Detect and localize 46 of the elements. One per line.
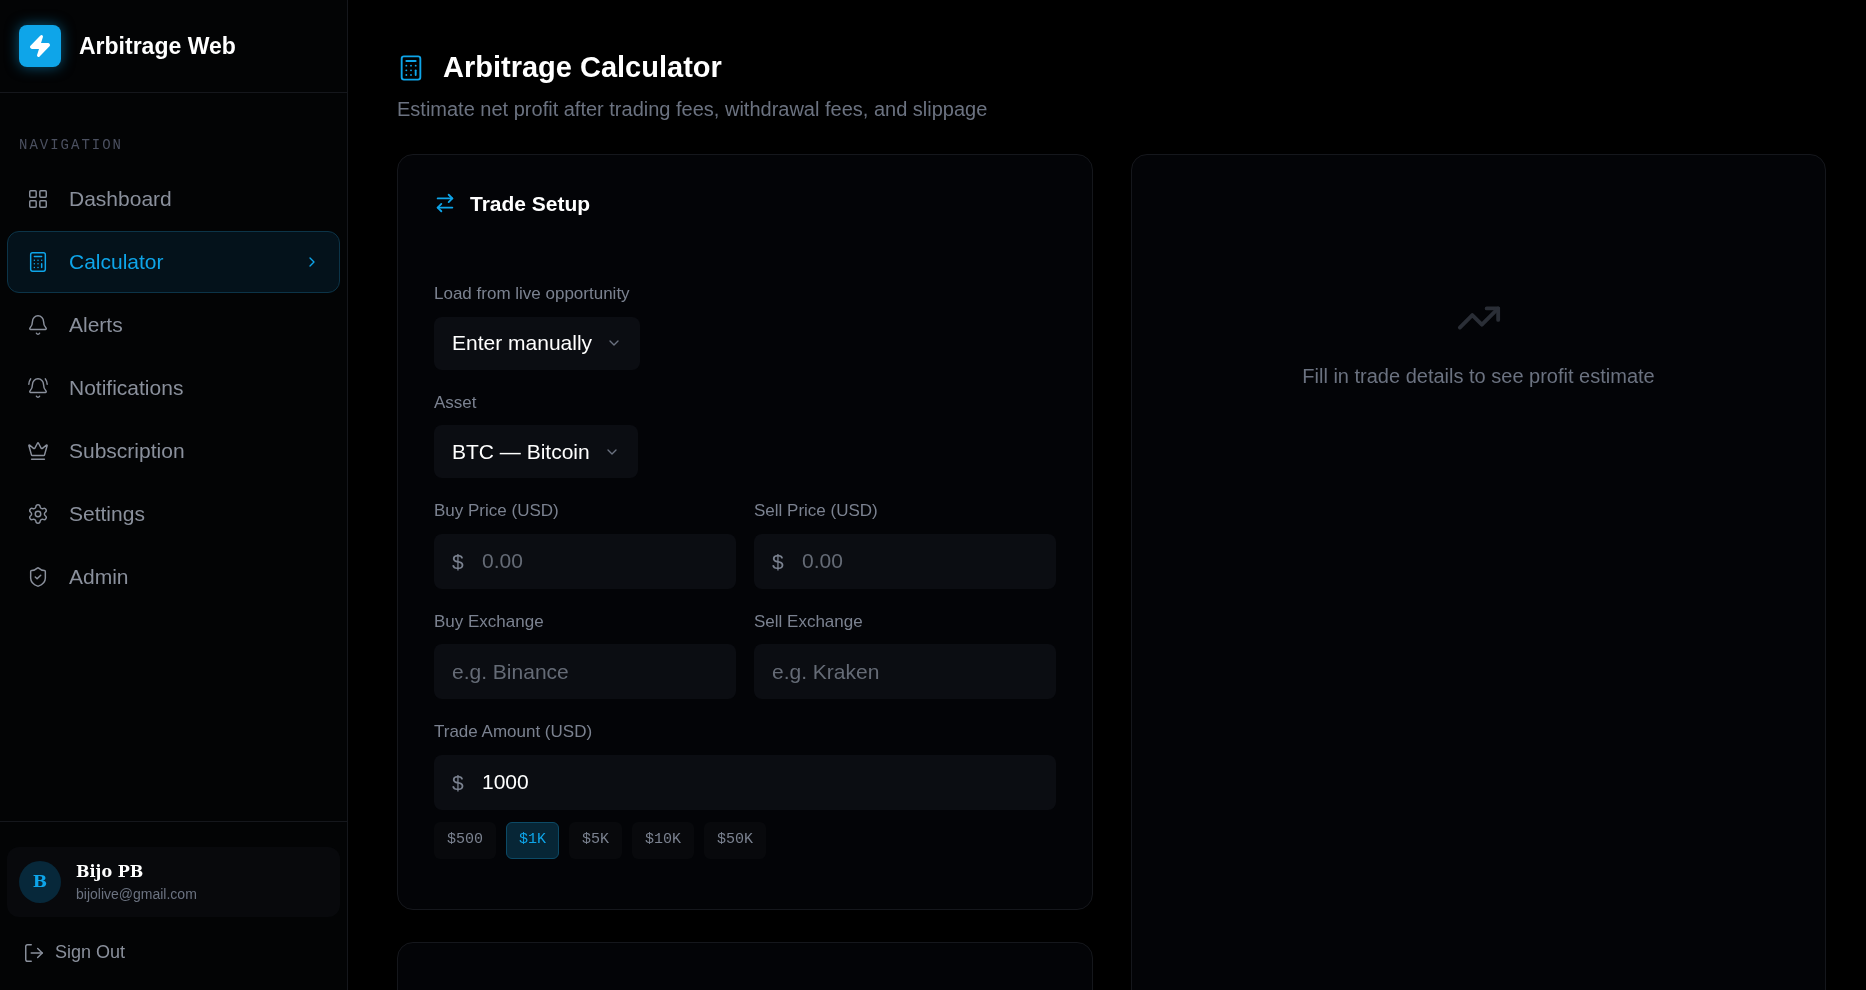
grid-icon <box>27 188 49 210</box>
page-title: Arbitrage Calculator <box>443 50 722 85</box>
sign-out-icon <box>23 941 45 964</box>
user-name: Bijo PB <box>76 860 145 883</box>
field-label: Buy Exchange <box>434 610 545 633</box>
nav-item[interactable]: Subscription <box>7 420 340 482</box>
amount-preset[interactable]: $5K <box>569 821 623 859</box>
nav-item[interactable]: Settings <box>7 483 340 545</box>
dollar-prefix: $ <box>452 548 464 575</box>
ringing-bell-icon <box>27 377 49 399</box>
settings-icon <box>27 503 49 525</box>
swap-arrows-icon <box>434 192 456 215</box>
field-label: Asset <box>434 391 477 414</box>
crown-icon <box>27 440 49 462</box>
calculator-icon <box>27 251 49 273</box>
amount-preset[interactable]: $10K <box>632 821 695 859</box>
field-label: Trade Amount (USD) <box>434 721 594 743</box>
nav-item[interactable]: Alerts <box>7 294 340 356</box>
opportunity-select[interactable]: Enter manually <box>434 316 641 370</box>
field-label: Load from live opportunity <box>434 283 630 305</box>
nav-item[interactable]: Admin <box>7 546 340 608</box>
asset-select[interactable]: BTC — Bitcoin <box>434 425 638 478</box>
amount-preset[interactable]: $1K <box>506 821 560 859</box>
input-field[interactable]: e.g. Binance <box>434 644 736 699</box>
bell-icon <box>27 314 49 336</box>
nav-item[interactable]: Notifications <box>7 357 340 419</box>
section-label: NAVIGATION <box>19 136 124 155</box>
nav-item[interactable]: Dashboard <box>7 168 340 230</box>
user-email: bijolive@gmail.com <box>76 884 197 904</box>
nav-item[interactable]: Calculator <box>7 231 340 293</box>
empty-message: Fill in trade details to see profit estimate <box>1302 363 1655 389</box>
amount-preset[interactable]: $500 <box>434 821 496 859</box>
dollar-prefix: $ <box>772 548 784 575</box>
card-title: Trade Setup <box>470 190 591 217</box>
sign-out-button[interactable]: Sign Out <box>7 939 340 966</box>
logo-icon <box>19 25 61 67</box>
user-avatar: B <box>19 861 61 903</box>
page-subtitle: Estimate net profit after trading fees, withdrawal fees, and slippage <box>397 96 989 122</box>
brand-name: Arbitrage Web <box>79 31 236 61</box>
shield-icon <box>27 566 49 588</box>
input-field[interactable]: e.g. Kraken <box>754 644 1056 699</box>
dollar-prefix: $ <box>452 769 464 796</box>
field-label: Sell Exchange <box>754 610 864 633</box>
amount-preset[interactable]: $50K <box>704 821 767 859</box>
field-label: Sell Price (USD) <box>754 500 879 522</box>
field-label: Buy Price (USD) <box>434 500 560 522</box>
